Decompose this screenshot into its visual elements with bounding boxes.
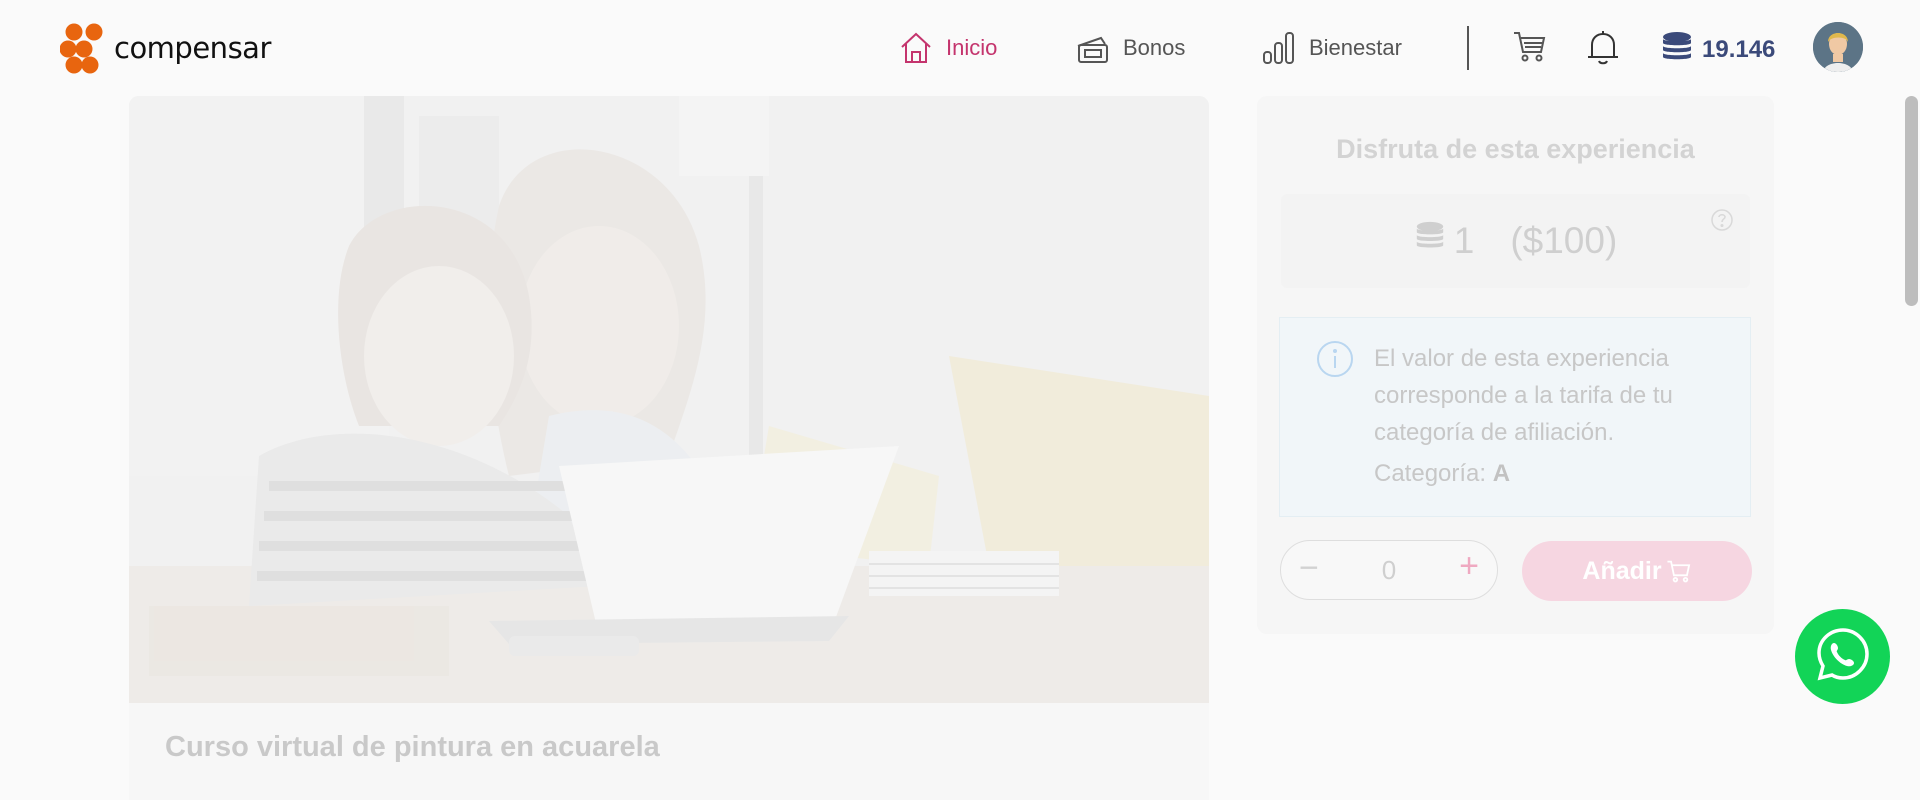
compensar-logo[interactable]: compensar: [60, 22, 271, 74]
quantity-stepper[interactable]: − 0 +: [1280, 540, 1498, 600]
home-icon: [898, 30, 934, 66]
avatar[interactable]: [1813, 22, 1863, 72]
nav-inicio-label: Inicio: [946, 35, 998, 60]
add-to-cart-button[interactable]: Añadir: [1522, 541, 1752, 601]
nav-bonos[interactable]: Bonos: [1075, 28, 1185, 68]
top-header: compensar Inicio Bonos Bienestar 19.146: [0, 0, 1920, 96]
ticket-icon: [1075, 30, 1111, 66]
price-points: 1: [1453, 219, 1475, 261]
nav-bienestar-label: Bienestar: [1309, 35, 1402, 60]
page-scrollbar[interactable]: [1905, 96, 1918, 306]
price-content: 1 ($100): [1281, 219, 1750, 262]
category-label: Categoría:: [1374, 460, 1487, 487]
coins-icon: [1414, 219, 1446, 262]
cart-icon[interactable]: [1512, 28, 1548, 69]
purchase-panel: Disfruta de esta experiencia 1 ($100) El…: [1257, 96, 1774, 634]
category-value: A: [1492, 460, 1511, 487]
logo-mark-icon: [60, 23, 103, 74]
logo-text: compensar: [114, 31, 271, 65]
points-value: 19.146: [1702, 35, 1776, 63]
nav-bonos-label: Bonos: [1123, 35, 1186, 60]
price-money: ($100): [1510, 219, 1618, 261]
category-line: Categoría: A: [1374, 460, 1510, 488]
panel-title: Disfruta de esta experiencia: [1336, 134, 1695, 164]
info-text: El valor de esta experiencia corresponde…: [1374, 345, 1673, 446]
course-card: Curso virtual de pintura en acuarela: [129, 703, 1209, 800]
nav-divider: [1467, 26, 1469, 70]
add-button-label: Añadir: [1582, 556, 1662, 585]
info-box: El valor de esta experiencia corresponde…: [1279, 317, 1751, 517]
help-icon[interactable]: [1710, 208, 1734, 237]
course-title: Curso virtual de pintura en acuarela: [165, 731, 660, 763]
course-image: [129, 96, 1209, 703]
nav-inicio[interactable]: Inicio: [898, 28, 997, 68]
points-balance[interactable]: 19.146: [1660, 30, 1775, 69]
whatsapp-button[interactable]: [1795, 609, 1890, 704]
increment-button[interactable]: +: [1459, 547, 1479, 586]
price-box: 1 ($100): [1281, 194, 1750, 288]
nav-bienestar[interactable]: Bienestar: [1261, 28, 1402, 68]
cart-icon: [1666, 558, 1692, 584]
bar-chart-icon: [1261, 30, 1297, 66]
info-icon: [1316, 340, 1354, 383]
whatsapp-icon: [1814, 625, 1872, 688]
bell-icon[interactable]: [1585, 28, 1621, 71]
coins-icon: [1660, 30, 1694, 69]
